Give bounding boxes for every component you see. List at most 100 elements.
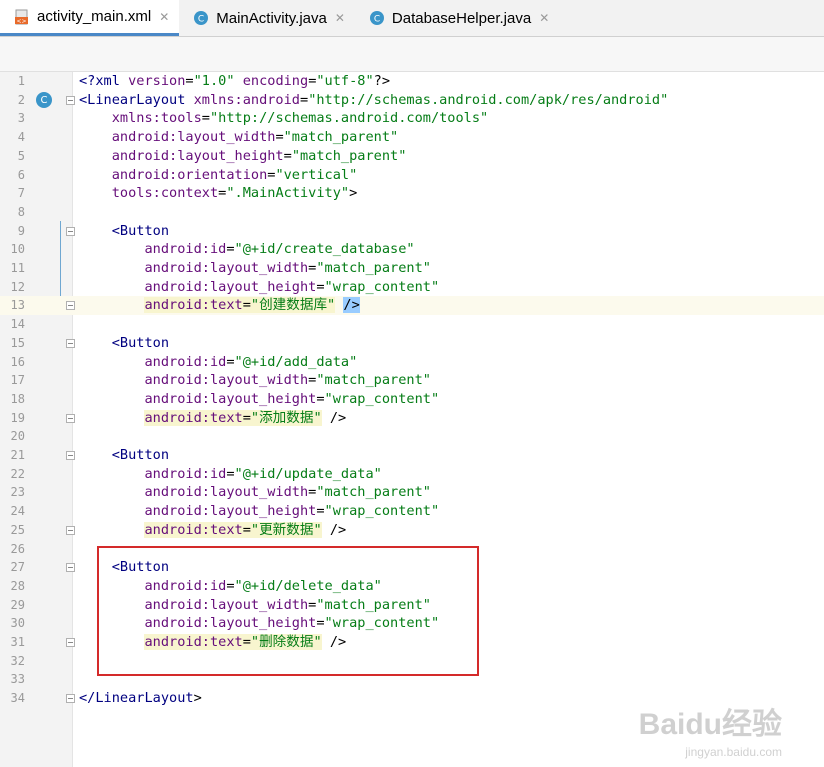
code-text: </LinearLayout>: [79, 690, 202, 707]
svg-text:<>: <>: [16, 18, 26, 25]
code-line[interactable]: 28 android:id="@+id/delete_data": [0, 577, 824, 596]
code-text: android:text="创建数据库" />: [144, 297, 360, 314]
code-line[interactable]: 9 <Button: [0, 222, 824, 241]
fold-icon[interactable]: [66, 413, 75, 423]
code-line[interactable]: 27 <Button: [0, 558, 824, 577]
line-number: 18: [10, 391, 25, 406]
editor-tab-bar: <> activity_main.xml ✕ C MainActivity.ja…: [0, 0, 824, 37]
watermark-url: jingyan.baidu.com: [685, 745, 782, 759]
xml-file-icon: <>: [14, 9, 30, 25]
line-number: 33: [10, 672, 25, 687]
line-number: 15: [10, 335, 25, 350]
line-number: 27: [10, 560, 25, 575]
fold-icon[interactable]: [66, 226, 75, 236]
line-number: 7: [17, 186, 25, 201]
code-text: android:layout_height="match_parent": [111, 147, 407, 164]
code-line[interactable]: 15 <Button: [0, 334, 824, 353]
line-number: 28: [10, 578, 25, 593]
code-text: android:layout_width="match_parent": [144, 484, 431, 501]
tab-label: MainActivity.java: [216, 9, 327, 27]
tab-databasehelper-java[interactable]: C DatabaseHelper.java ✕: [355, 0, 559, 36]
fold-icon[interactable]: [66, 451, 75, 460]
line-number: 16: [10, 354, 25, 369]
code-text: android:text="添加数据" />: [144, 409, 347, 426]
line-number: 1: [17, 74, 25, 88]
tab-mainactivity-java[interactable]: C MainActivity.java ✕: [179, 0, 355, 36]
fold-icon[interactable]: [66, 563, 75, 573]
code-line[interactable]: 1 <?xml version="1.0" encoding="utf-8"?>: [0, 72, 824, 91]
line-number: 13: [10, 298, 25, 313]
code-text: xmlns:tools="http://schemas.android.com/…: [111, 110, 489, 127]
code-text: android:id="@+id/update_data": [144, 465, 382, 482]
code-line[interactable]: 12 android:layout_height="wrap_content": [0, 278, 824, 297]
line-number: 32: [10, 653, 25, 668]
code-line[interactable]: 22 android:id="@+id/update_data": [0, 465, 824, 484]
close-icon[interactable]: ✕: [539, 11, 549, 25]
line-number: 26: [10, 541, 25, 556]
code-line[interactable]: 16 android:id="@+id/add_data": [0, 353, 824, 372]
code-line[interactable]: 32: [0, 652, 824, 671]
code-text: android:layout_height="wrap_content": [144, 503, 440, 520]
close-icon[interactable]: ✕: [159, 10, 169, 24]
close-icon[interactable]: ✕: [335, 11, 345, 25]
code-line[interactable]: 18 android:layout_height="wrap_content": [0, 390, 824, 409]
fold-icon[interactable]: [66, 638, 75, 647]
tab-label: DatabaseHelper.java: [391, 9, 532, 27]
fold-icon[interactable]: [66, 338, 75, 348]
line-number: 6: [17, 167, 25, 182]
line-number: 30: [10, 616, 25, 631]
code-line[interactable]: 31 android:text="删除数据" />: [0, 633, 824, 652]
watermark: Baidu经验: [638, 708, 782, 741]
code-line[interactable]: 17 android:layout_width="match_parent": [0, 371, 824, 390]
line-number: 31: [10, 635, 25, 649]
fold-icon[interactable]: [66, 301, 75, 311]
tab-activity-main-xml[interactable]: <> activity_main.xml ✕: [0, 0, 180, 36]
code-line[interactable]: 23 android:layout_width="match_parent": [0, 483, 824, 502]
code-line[interactable]: 25 android:text="更新数据" />: [0, 521, 824, 540]
code-text: android:layout_height="wrap_content": [144, 615, 440, 632]
java-class-icon: C: [369, 10, 385, 26]
code-text: android:layout_height="wrap_content": [144, 390, 440, 407]
code-text: android:id="@+id/create_database": [144, 241, 415, 258]
code-line[interactable]: 26: [0, 540, 824, 559]
fold-icon[interactable]: [66, 95, 75, 105]
code-line[interactable]: 8: [0, 203, 824, 222]
code-line[interactable]: 20: [0, 427, 824, 446]
code-line[interactable]: 6 android:orientation="vertical": [0, 166, 824, 185]
code-line[interactable]: 4 android:layout_width="match_parent": [0, 128, 824, 147]
code-line[interactable]: 24 android:layout_height="wrap_content": [0, 502, 824, 521]
line-number: 17: [10, 373, 25, 388]
code-line[interactable]: 29 android:layout_width="match_parent": [0, 596, 824, 615]
code-line[interactable]: 33: [0, 670, 824, 689]
line-number: 23: [10, 485, 25, 500]
code-line[interactable]: 7 tools:context=".MainActivity">: [0, 184, 824, 203]
fold-icon[interactable]: [66, 525, 75, 535]
line-number: 9: [17, 223, 25, 238]
code-line[interactable]: 5 android:layout_height="match_parent": [0, 147, 824, 166]
code-line[interactable]: 30 android:layout_height="wrap_content": [0, 614, 824, 633]
line-number: 4: [17, 130, 25, 145]
code-line[interactable]: 10 android:id="@+id/create_database": [0, 240, 824, 259]
fold-icon[interactable]: [66, 694, 75, 704]
code-text: <Button: [111, 447, 170, 463]
line-number: 22: [10, 466, 25, 481]
code-text: <Button: [111, 559, 170, 576]
code-text: <Button: [111, 334, 170, 351]
code-line[interactable]: 21 <Button: [0, 446, 824, 465]
line-number: 8: [17, 204, 25, 219]
svg-text:C: C: [374, 15, 380, 25]
line-number: 19: [10, 410, 25, 425]
code-text: <LinearLayout xmlns:android="http://sche…: [79, 91, 669, 108]
code-line[interactable]: 11 android:layout_width="match_parent": [0, 259, 824, 278]
code-line[interactable]: 3 xmlns:tools="http://schemas.android.co…: [0, 109, 824, 128]
code-line[interactable]: 2 <LinearLayout xmlns:android="http://sch…: [0, 91, 824, 110]
code-line[interactable]: 19 android:text="添加数据" />: [0, 409, 824, 428]
code-text: <Button: [111, 222, 170, 239]
code-text: android:layout_width="match_parent": [144, 260, 431, 276]
code-line[interactable]: 13 android:text="创建数据库" />: [0, 296, 824, 316]
code-editor[interactable]: 1 <?xml version="1.0" encoding="utf-8"?> 2…: [0, 72, 824, 767]
line-number: 20: [10, 429, 25, 444]
code-line[interactable]: 14: [0, 315, 824, 334]
line-number: 5: [17, 148, 25, 163]
tab-label: activity_main.xml: [37, 8, 152, 25]
